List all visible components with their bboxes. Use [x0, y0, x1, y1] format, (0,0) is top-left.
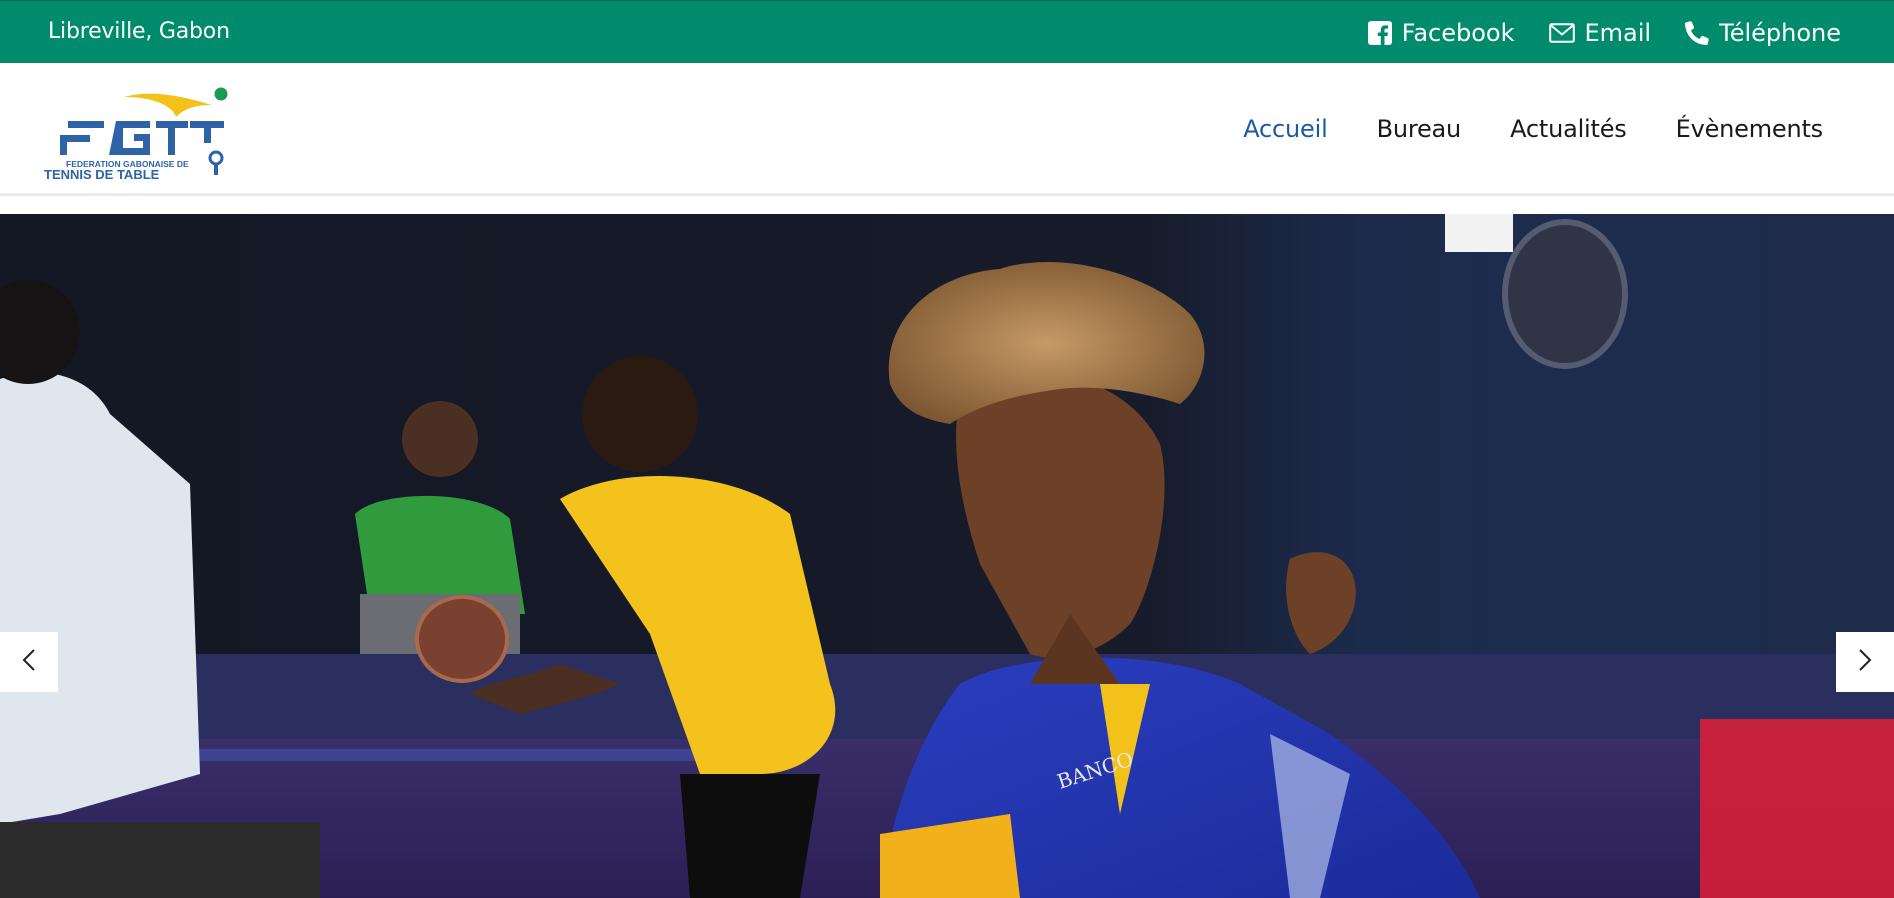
email-link[interactable]: Email: [1548, 19, 1652, 47]
location-text: Libreville, Gabon: [48, 19, 230, 44]
facebook-icon: [1367, 21, 1392, 45]
envelope-icon: [1548, 23, 1575, 43]
slider-next-button[interactable]: [1836, 632, 1894, 692]
hero-image: BANCO: [0, 214, 1894, 898]
contact-links: Facebook Email Téléphone: [1367, 19, 1841, 47]
chevron-left-icon: [22, 649, 36, 675]
email-label: Email: [1584, 19, 1652, 47]
phone-label: Téléphone: [1719, 19, 1841, 47]
phone-link[interactable]: Téléphone: [1685, 19, 1841, 47]
nav-actualites[interactable]: Actualités: [1510, 115, 1627, 143]
nav-bureau[interactable]: Bureau: [1377, 115, 1462, 143]
phone-icon: [1685, 21, 1709, 45]
facebook-link[interactable]: Facebook: [1367, 19, 1515, 47]
nav-evenements[interactable]: Évènements: [1676, 115, 1824, 143]
nav-accueil[interactable]: Accueil: [1243, 115, 1328, 143]
hero-slider[interactable]: BANCO: [0, 214, 1894, 898]
top-bar: Libreville, Gabon Facebook Email Télépho…: [0, 0, 1894, 63]
logo-line2: TENNIS DE TABLE: [44, 167, 160, 179]
chevron-right-icon: [1858, 649, 1872, 675]
facebook-label: Facebook: [1401, 19, 1515, 47]
slider-prev-button[interactable]: [0, 632, 58, 692]
site-logo[interactable]: FEDERATION GABONAISE DE TENNIS DE TABLE: [44, 83, 240, 182]
site-header: FEDERATION GABONAISE DE TENNIS DE TABLE …: [0, 63, 1894, 196]
main-nav: Accueil Bureau Actualités Évènements: [1243, 115, 1823, 143]
